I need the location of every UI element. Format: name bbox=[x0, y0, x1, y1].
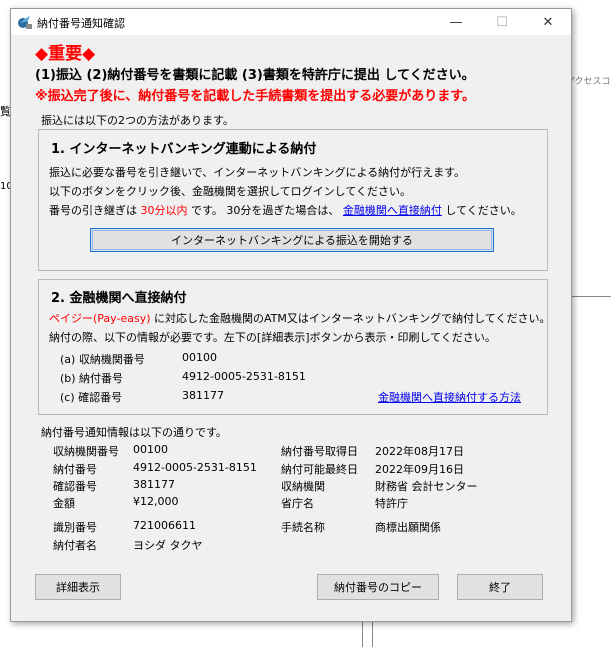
info-right-value-1: 2022年09月16日 bbox=[375, 463, 464, 476]
info-left-value-1: 4912-0005-2531-8151 bbox=[133, 461, 257, 474]
section1-line3: 番号の引き継ぎは 30分以内 です。 30分を過ぎた場合は、 金融機関へ直接納付… bbox=[49, 202, 522, 218]
section2-heading: 2. 金融機関へ直接納付 bbox=[51, 291, 187, 306]
item-b-value: 4912-0005-2531-8151 bbox=[182, 370, 306, 383]
info-left-label-0: 収納機関番号 bbox=[53, 445, 119, 458]
section2-line1: ペイジー(Pay-easy) に対応した金融機関のATM又はインターネットバンキ… bbox=[49, 310, 550, 326]
section1-line1: 振込に必要な番号を引き継いで、インターネットバンキングによる納付が行えます。 bbox=[49, 166, 466, 179]
detail-view-button[interactable]: 詳細表示 bbox=[35, 574, 121, 600]
pay-easy-text: ペイジー(Pay-easy) bbox=[49, 312, 151, 325]
exit-button[interactable]: 終了 bbox=[457, 574, 543, 600]
section1-heading: 1. インターネットバンキング連動による納付 bbox=[51, 142, 317, 157]
info-heading: 納付番号通知情報は以下の通りです。 bbox=[41, 426, 227, 439]
info-right-label-1: 納付可能最終日 bbox=[281, 463, 358, 476]
info-right-value-4: 商標出願関係 bbox=[375, 521, 441, 534]
title-bar: 納付番号通知確認 — ☐ ✕ bbox=[11, 9, 571, 35]
background-panel-line bbox=[570, 296, 611, 297]
item-a-value: 00100 bbox=[182, 351, 217, 364]
intro-text: 振込には以下の2つの方法があります。 bbox=[41, 114, 234, 127]
info-left-label-3: 金額 bbox=[53, 497, 75, 510]
background-right-text: アクセスコード bbox=[566, 77, 611, 87]
info-left-label-1: 納付番号 bbox=[53, 463, 97, 476]
item-c-value: 381177 bbox=[182, 389, 224, 402]
minimize-button[interactable]: — bbox=[433, 9, 479, 35]
info-right-value-3: 特許庁 bbox=[375, 497, 408, 510]
section1-line3-post: してください。 bbox=[445, 204, 522, 217]
background-panel-line-3 bbox=[372, 622, 373, 647]
info-left-label-5: 納付者名 bbox=[53, 539, 97, 552]
payment-number-dialog: 納付番号通知確認 — ☐ ✕ ◆重要◆ (1)振込 (2)納付番号を書類に記載 … bbox=[10, 8, 572, 622]
window-title: 納付番号通知確認 bbox=[37, 17, 125, 30]
copy-payment-number-button[interactable]: 納付番号のコピー bbox=[317, 574, 439, 600]
item-a-label: (a) 収納機関番号 bbox=[60, 353, 145, 366]
background-panel-line-2 bbox=[362, 622, 363, 647]
section-direct-payment: 2. 金融機関へ直接納付 ペイジー(Pay-easy) に対応した金融機関のAT… bbox=[38, 279, 550, 415]
section1-line3-pre: 番号の引き継ぎは bbox=[49, 204, 137, 217]
warning-text: ※振込完了後に、納付番号を記載した手続書類を提出する必要があります。 bbox=[35, 89, 475, 104]
section1-line2: 以下のボタンをクリック後、金融機関を選択してログインしてください。 bbox=[49, 185, 412, 198]
section2-line1-rest: に対応した金融機関のATM又はインターネットバンキングで納付してください。 bbox=[154, 312, 551, 325]
info-left-label-2: 確認番号 bbox=[53, 480, 97, 493]
info-left-value-3: ¥12,000 bbox=[133, 495, 179, 508]
direct-payment-method-link[interactable]: 金融機関へ直接納付する方法 bbox=[378, 389, 521, 405]
time-limit-text: 30分以内 bbox=[140, 204, 188, 217]
maximize-button[interactable]: ☐ bbox=[479, 9, 525, 35]
info-right-label-0: 納付番号取得日 bbox=[281, 445, 358, 458]
info-left-value-4: 721006611 bbox=[133, 519, 196, 532]
important-heading: ◆重要◆ bbox=[35, 44, 96, 64]
section-internet-banking: 1. インターネットバンキング連動による納付 振込に必要な番号を引き継いで、イン… bbox=[38, 129, 548, 271]
direct-payment-link[interactable]: 金融機関へ直接納付 bbox=[343, 204, 442, 217]
info-right-label-3: 省庁名 bbox=[281, 497, 314, 510]
section1-line3-mid: です。 30分を過ぎた場合は、 bbox=[191, 204, 340, 217]
info-right-label-4: 手続名称 bbox=[281, 521, 325, 534]
section2-line2: 納付の際、以下の情報が必要です。左下の[詳細表示]ボタンから表示・印刷してくださ… bbox=[49, 331, 496, 344]
info-left-value-2: 381177 bbox=[133, 478, 175, 491]
info-left-value-5: ヨシダ タクヤ bbox=[133, 539, 203, 552]
item-c-label: (c) 確認番号 bbox=[60, 391, 123, 404]
item-b-label: (b) 納付番号 bbox=[60, 372, 124, 385]
info-right-label-2: 収納機関 bbox=[281, 480, 325, 493]
start-internet-banking-button[interactable]: インターネットバンキングによる振込を開始する bbox=[90, 228, 494, 252]
info-left-label-4: 識別番号 bbox=[53, 521, 97, 534]
app-icon bbox=[18, 16, 32, 29]
info-right-value-2: 財務省 会計センター bbox=[375, 480, 478, 493]
close-button[interactable]: ✕ bbox=[525, 9, 571, 35]
steps-text: (1)振込 (2)納付番号を書類に記載 (3)書類を特許庁に提出 してください。 bbox=[35, 68, 475, 83]
info-left-value-0: 00100 bbox=[133, 443, 168, 456]
info-right-value-0: 2022年08月17日 bbox=[375, 445, 464, 458]
